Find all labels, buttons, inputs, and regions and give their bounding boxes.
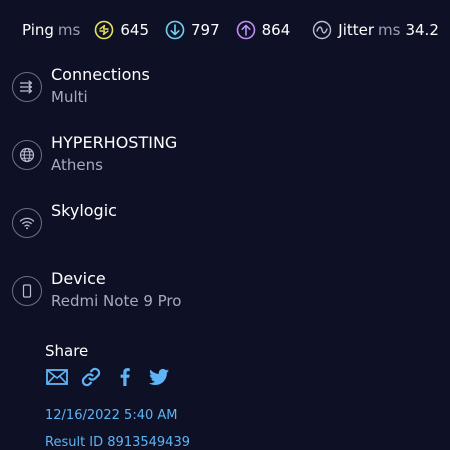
metrics-bar: Ping ms 645 797 864 Jitter ms 34.2 bbox=[22, 18, 439, 42]
globe-icon bbox=[12, 140, 42, 170]
device-row: Device Redmi Note 9 Pro bbox=[12, 269, 412, 328]
link-icon[interactable] bbox=[79, 365, 103, 389]
device-model: Redmi Note 9 Pro bbox=[51, 292, 182, 310]
jitter-wave-icon bbox=[312, 20, 332, 40]
ping-value: 645 bbox=[120, 21, 149, 39]
server-row: HYPERHOSTING Athens bbox=[12, 133, 412, 192]
jitter-value: 34.2 bbox=[405, 21, 439, 39]
result-date: 12/16/2022 5:40 AM bbox=[45, 408, 178, 423]
provider-name: Skylogic bbox=[51, 201, 117, 220]
upload-metric: 864 bbox=[236, 20, 291, 40]
device-title: Device bbox=[51, 269, 106, 288]
provider-row: Skylogic bbox=[12, 201, 412, 260]
jitter-label: Jitter bbox=[338, 21, 375, 39]
download-value: 797 bbox=[191, 21, 220, 39]
server-name: HYPERHOSTING bbox=[51, 133, 178, 152]
download-arrow-icon bbox=[165, 20, 185, 40]
ping-value-group: 645 bbox=[94, 20, 149, 40]
ping-unit: ms bbox=[57, 21, 81, 39]
server-location: Athens bbox=[51, 156, 103, 174]
result-id-link[interactable]: Result ID 8913549439 bbox=[45, 435, 190, 450]
ping-label: Ping bbox=[22, 21, 54, 39]
email-icon[interactable] bbox=[45, 365, 69, 389]
twitter-icon[interactable] bbox=[147, 365, 171, 389]
jitter-metric: Jitter ms 34.2 bbox=[312, 20, 439, 40]
jitter-unit: ms bbox=[378, 21, 401, 39]
ping-metric: Ping ms bbox=[22, 21, 80, 39]
share-label: Share bbox=[45, 342, 89, 360]
upload-arrow-icon bbox=[236, 20, 256, 40]
connections-value: Multi bbox=[51, 88, 88, 106]
connections-title: Connections bbox=[51, 65, 150, 84]
speedtest-result-page: Ping ms 645 797 864 Jitter ms 34.2 Conne… bbox=[0, 0, 450, 450]
wifi-icon bbox=[12, 208, 42, 238]
download-metric: 797 bbox=[165, 20, 220, 40]
connections-arrows-icon bbox=[12, 72, 42, 102]
facebook-icon[interactable] bbox=[113, 365, 137, 389]
share-icons bbox=[45, 365, 181, 389]
ping-bolt-icon bbox=[94, 20, 114, 40]
connections-row: Connections Multi bbox=[12, 65, 412, 124]
phone-icon bbox=[12, 276, 42, 306]
upload-value: 864 bbox=[261, 21, 291, 39]
